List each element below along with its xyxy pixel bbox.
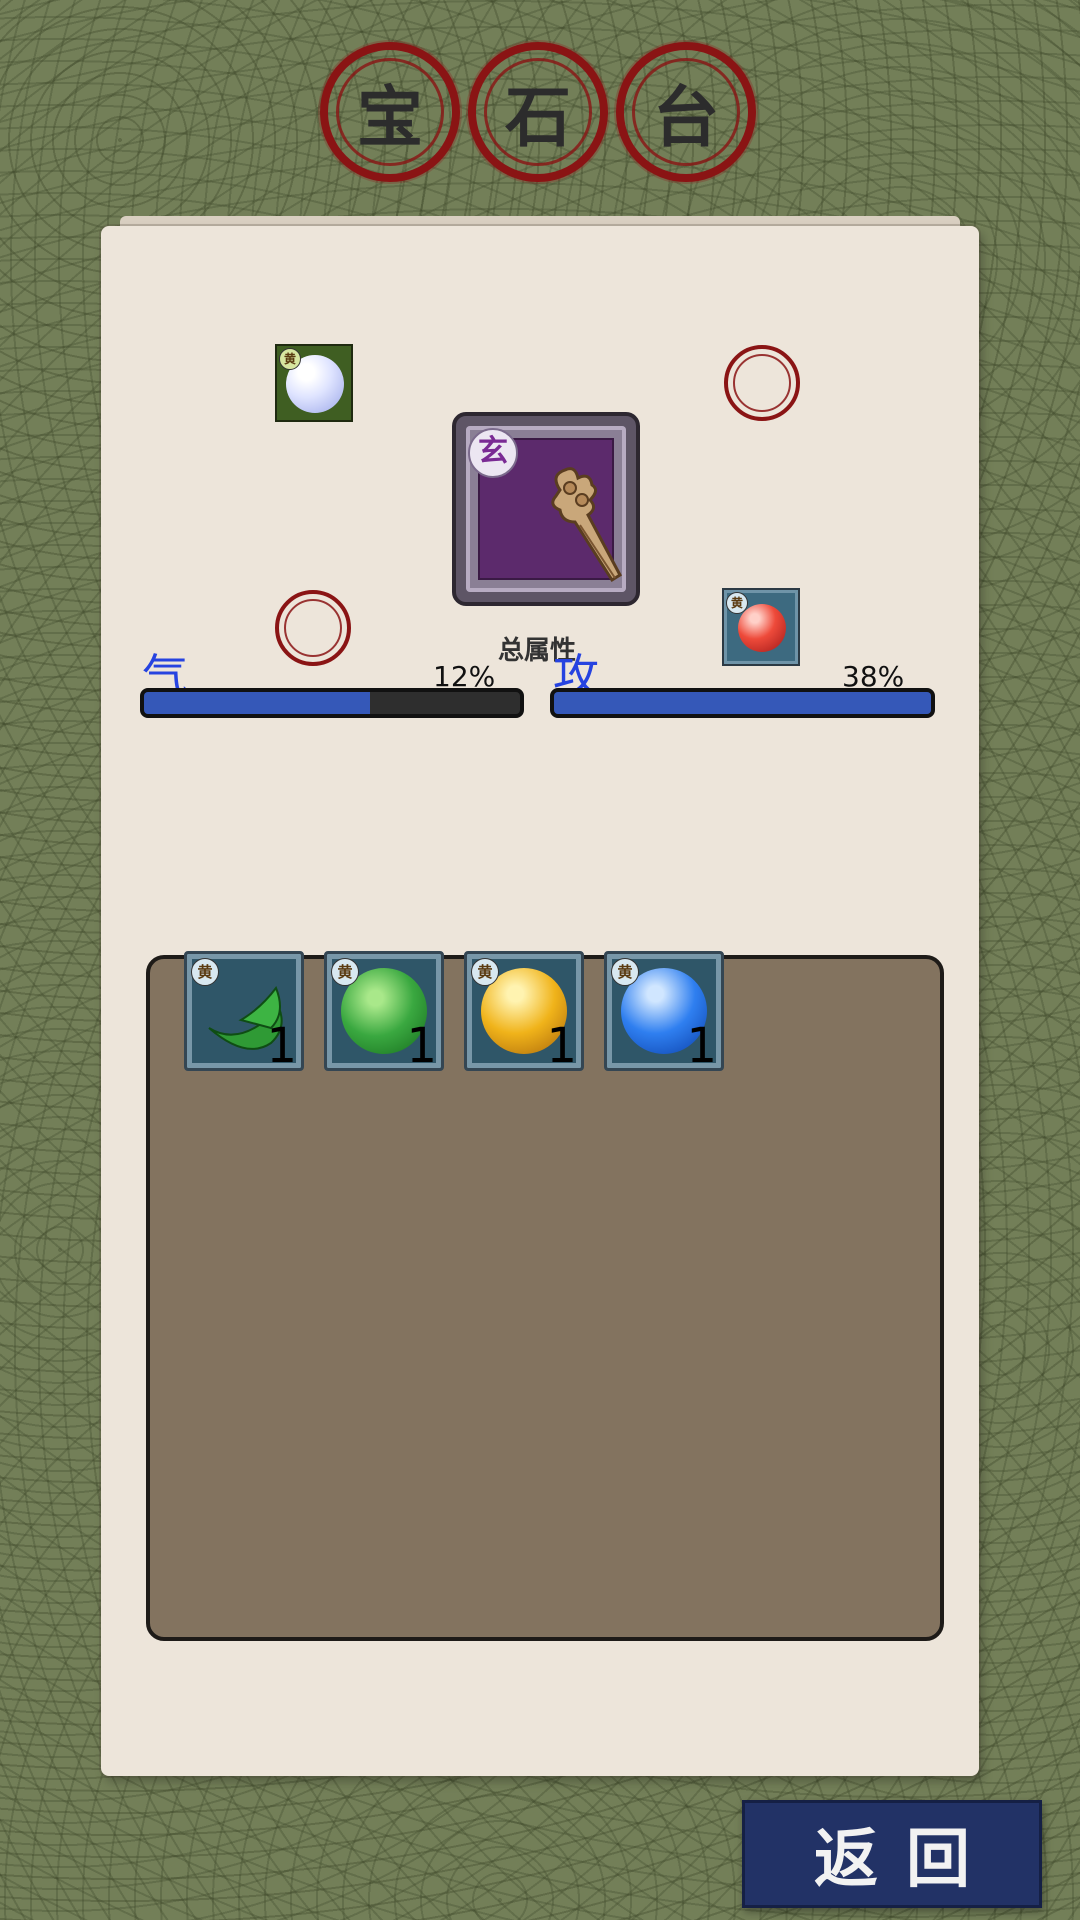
inventory-item[interactable]: 黄 1 (604, 951, 724, 1074)
dagger-icon (551, 467, 622, 583)
item-count: 1 (406, 1018, 437, 1074)
tier-badge: 黄 (611, 958, 639, 986)
inventory-item[interactable]: 黄 1 (324, 951, 444, 1074)
page-title: 宝 石 台 (320, 42, 770, 192)
title-char-2: 石 (505, 78, 571, 156)
title-seal-1: 宝 (320, 42, 460, 182)
inventory-item[interactable]: 黄 1 (184, 951, 304, 1074)
title-char-1: 宝 (357, 78, 423, 156)
stat-bar-attack (550, 688, 935, 718)
stat-bar-fill (554, 692, 931, 714)
tier-badge: 黄 (279, 348, 301, 370)
title-char-3: 台 (653, 78, 719, 156)
stat-bar-qi (140, 688, 524, 718)
tier-badge: 黄 (191, 958, 219, 986)
equipped-item-frame[interactable]: 玄 (452, 412, 640, 606)
return-button-label: 返回 (814, 1822, 998, 1897)
tier-badge: 黄 (331, 958, 359, 986)
tier-badge: 玄 (468, 428, 518, 478)
item-count: 1 (266, 1018, 297, 1074)
empty-socket-ring[interactable] (275, 590, 351, 666)
empty-socket-ring[interactable] (724, 345, 800, 421)
stat-bar-fill (144, 692, 370, 714)
item-count: 1 (686, 1018, 717, 1074)
gem-slot-4[interactable]: 黄 (722, 588, 800, 666)
tier-badge: 黄 (471, 958, 499, 986)
item-count: 1 (546, 1018, 577, 1074)
title-seal-2: 石 (468, 42, 608, 182)
gem-slot-1[interactable]: 黄 (275, 344, 353, 422)
tier-badge: 黄 (726, 592, 748, 614)
return-button[interactable]: 返回 (742, 1800, 1042, 1908)
red-gem-icon (738, 604, 786, 652)
inventory-item[interactable]: 黄 1 (464, 951, 584, 1074)
title-seal-3: 台 (616, 42, 756, 182)
